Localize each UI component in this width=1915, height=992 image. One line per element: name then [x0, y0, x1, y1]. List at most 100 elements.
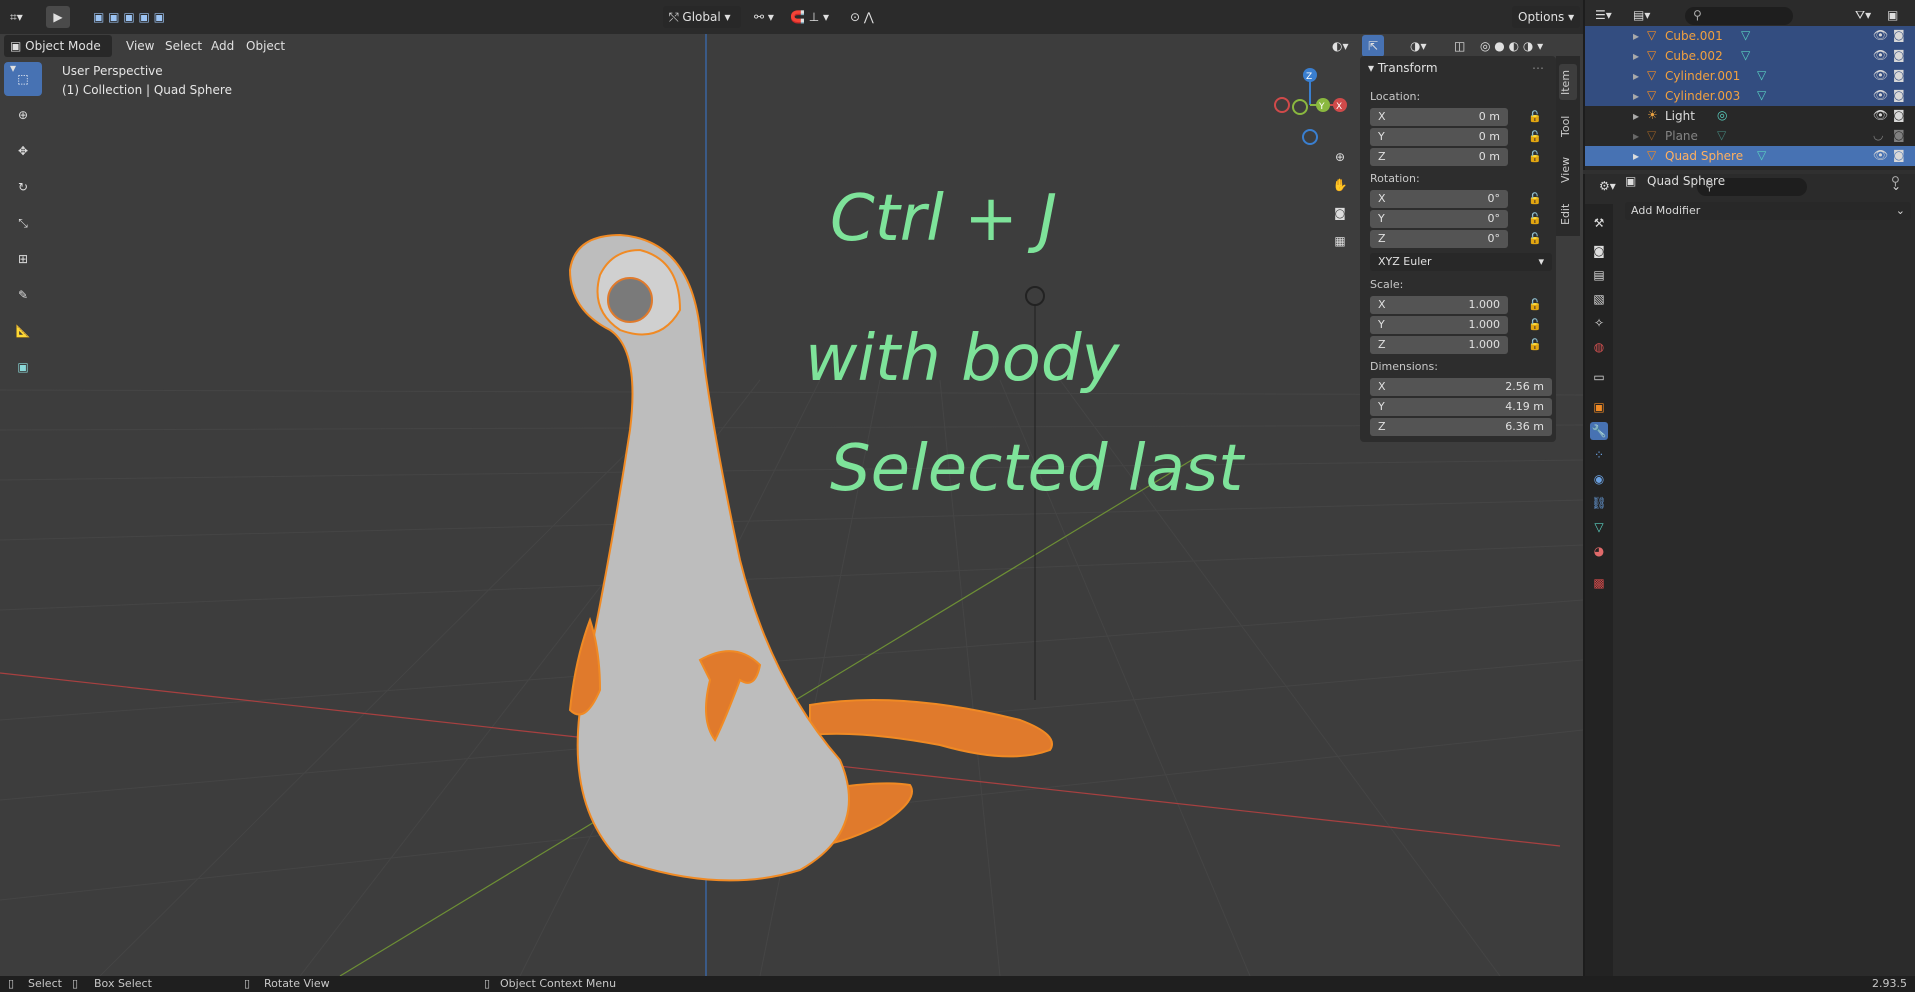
dimensions-z-field[interactable]: Z 6.36 m — [1370, 418, 1552, 436]
new-collection-icon[interactable]: ▣ — [1887, 8, 1898, 22]
measure-tool[interactable]: 📐 — [4, 314, 42, 348]
orientation-dropdown[interactable]: ⤲ Global ▾ — [663, 6, 741, 28]
lock-icon[interactable]: 🔓 — [1528, 150, 1542, 164]
lock-icon[interactable]: 🔓 — [1528, 192, 1542, 206]
gizmo-toggle-icon[interactable]: ⇱ — [1362, 35, 1385, 57]
outliner-item-cylinder-003[interactable]: ▸ ▽ Cylinder.003 ▽ 👁 ◙ — [1585, 86, 1915, 106]
add-cube-tool[interactable]: ▣ — [4, 350, 42, 384]
shading-modes-icon[interactable]: ◎ ● ◐ ◑ ▾ — [1474, 35, 1549, 57]
camera-render-icon[interactable]: ◙ — [1893, 88, 1905, 102]
scale-x-field[interactable]: X 1.000 — [1370, 296, 1508, 314]
outliner-item-light[interactable]: ▸ ☀ Light ◎ 👁 ◙ — [1585, 106, 1915, 126]
menu-add[interactable]: Add — [205, 35, 240, 57]
select-tool-icon[interactable]: ▶ — [46, 6, 70, 28]
snap-icon[interactable]: 🧲 ⊥ ▾ — [784, 6, 835, 28]
collection-tab-icon[interactable]: ▭ — [1590, 368, 1608, 386]
expand-arrow-icon[interactable]: ▸ — [1633, 149, 1639, 163]
eye-icon[interactable]: 👁 — [1873, 148, 1888, 162]
expand-arrow-icon[interactable]: ▸ — [1633, 49, 1639, 63]
physics-tab-icon[interactable]: ◉ — [1590, 470, 1608, 488]
expand-arrow-icon[interactable]: ▸ — [1633, 69, 1639, 83]
material-tab-icon[interactable]: ◕ — [1590, 542, 1608, 560]
menu-object[interactable]: Object — [240, 35, 291, 57]
panel-drag-icon[interactable]: ⋯ — [1532, 61, 1544, 75]
outliner-search-input[interactable]: ⚲ — [1685, 7, 1793, 25]
output-tab-icon[interactable]: ▤ — [1590, 266, 1608, 284]
add-modifier-dropdown[interactable]: Add Modifier ⌄ — [1625, 202, 1911, 220]
annotate-tool[interactable]: ✎ — [4, 278, 42, 312]
texture-tab-icon[interactable]: ▩ — [1590, 574, 1608, 592]
dimensions-x-field[interactable]: X 2.56 m — [1370, 378, 1552, 396]
expand-arrow-icon[interactable]: ▸ — [1633, 29, 1639, 43]
lock-icon[interactable]: 🔓 — [1528, 110, 1542, 124]
editor-type-icon[interactable]: ⌗▾ — [4, 6, 29, 28]
rotation-z-field[interactable]: Z 0° — [1370, 230, 1508, 248]
dimensions-y-field[interactable]: Y 4.19 m — [1370, 398, 1552, 416]
properties-editor-icon[interactable]: ⚙▾ — [1599, 179, 1616, 193]
view-layer-tab-icon[interactable]: ▧ — [1590, 290, 1608, 308]
eye-icon[interactable]: 👁 — [1873, 108, 1888, 122]
zoom-icon[interactable]: ⊕ — [1328, 150, 1352, 178]
transform-tool[interactable]: ⊞ — [4, 242, 42, 276]
data-tab-icon[interactable]: ▽ — [1590, 518, 1608, 536]
expand-arrow-icon[interactable]: ▸ — [1633, 129, 1639, 143]
camera-render-icon[interactable]: ◙ — [1893, 108, 1905, 122]
camera-render-icon[interactable]: ◙ — [1893, 48, 1905, 62]
mode-dropdown[interactable]: ▣ Object Mode ▾ — [4, 35, 112, 75]
rotation-mode-dropdown[interactable]: XYZ Euler ▾ — [1370, 253, 1552, 271]
outliner-item-plane[interactable]: ▸ ▽ Plane ▽ ◡ ◙ — [1585, 126, 1915, 146]
transform-section-header[interactable]: ▾ Transform — [1368, 61, 1438, 75]
scale-y-field[interactable]: Y 1.000 — [1370, 316, 1508, 334]
modifier-tab-icon[interactable]: 🔧 — [1590, 422, 1608, 440]
pan-hand-icon[interactable]: ✋ — [1328, 178, 1352, 206]
camera-icon[interactable]: ◙ — [1328, 206, 1352, 234]
options-dropdown[interactable]: Options ▾ — [1512, 6, 1581, 28]
tab-edit[interactable]: Edit — [1559, 196, 1577, 232]
outliner-editor-icon[interactable]: ☰▾ — [1595, 8, 1612, 22]
tool-tab-icon[interactable]: ⚒ — [1590, 214, 1608, 232]
lock-icon[interactable]: 🔓 — [1528, 232, 1542, 246]
scale-tool[interactable]: ⤡ — [4, 206, 42, 240]
filter-icon[interactable]: ⛛▾ — [1855, 8, 1871, 23]
eye-icon[interactable]: 👁 — [1873, 88, 1888, 102]
eye-icon[interactable]: 👁 — [1873, 28, 1888, 42]
world-tab-icon[interactable]: ◍ — [1590, 338, 1608, 356]
render-tab-icon[interactable]: ◙ — [1590, 242, 1608, 260]
move-tool[interactable]: ✥ — [4, 134, 42, 168]
overlays-icon[interactable]: ◑▾ — [1404, 35, 1433, 57]
location-x-field[interactable]: X0 m — [1370, 108, 1508, 126]
outliner-item-quad-sphere[interactable]: ▸ ▽ Quad Sphere ▽ 👁 ◙ — [1585, 146, 1915, 166]
visibility-icon[interactable]: ◐▾ — [1326, 35, 1355, 57]
xray-icon[interactable]: ◫ — [1448, 35, 1471, 57]
menu-select[interactable]: Select — [159, 35, 208, 57]
menu-view[interactable]: View — [120, 35, 160, 57]
pin-icon[interactable]: ⚲ — [1891, 174, 1900, 188]
selection-mode-icons[interactable]: ▣ ▣ ▣ ▣ ▣ — [84, 6, 174, 28]
outliner-item-cube-001[interactable]: ▸ ▽ Cube.001 ▽ 👁 ◙ — [1585, 26, 1915, 46]
rotation-x-field[interactable]: X 0° — [1370, 190, 1508, 208]
camera-render-icon[interactable]: ◙ — [1893, 68, 1905, 82]
proportional-edit-icon[interactable]: ⊙ ⋀ — [844, 6, 880, 28]
location-z-field[interactable]: Z0 m — [1370, 148, 1508, 166]
camera-render-icon[interactable]: ◙ — [1893, 128, 1905, 142]
scene-tab-icon[interactable]: ✧ — [1590, 314, 1608, 332]
camera-render-icon[interactable]: ◙ — [1893, 28, 1905, 42]
lock-icon[interactable]: 🔓 — [1528, 298, 1542, 312]
tab-view[interactable]: View — [1559, 152, 1577, 188]
particles-tab-icon[interactable]: ⁘ — [1590, 446, 1608, 464]
ortho-grid-icon[interactable]: ▦ — [1328, 234, 1352, 262]
camera-render-icon[interactable]: ◙ — [1893, 148, 1905, 162]
tab-item[interactable]: Item — [1559, 64, 1577, 100]
3d-viewport[interactable]: Ctrl + J with body Selected last Z X Y U… — [0, 0, 1583, 976]
lock-icon[interactable]: 🔓 — [1528, 130, 1542, 144]
lock-icon[interactable]: 🔓 — [1528, 318, 1542, 332]
eye-closed-icon[interactable]: ◡ — [1873, 128, 1883, 142]
pivot-point-icon[interactable]: ⚯ ▾ — [748, 6, 780, 28]
constraints-tab-icon[interactable]: ⛓ — [1590, 494, 1608, 512]
tab-tool[interactable]: Tool — [1559, 108, 1577, 144]
scale-z-field[interactable]: Z 1.000 — [1370, 336, 1508, 354]
expand-arrow-icon[interactable]: ▸ — [1633, 89, 1639, 103]
location-y-field[interactable]: Y0 m — [1370, 128, 1508, 146]
outliner-item-cube-002[interactable]: ▸ ▽ Cube.002 ▽ 👁 ◙ — [1585, 46, 1915, 66]
eye-icon[interactable]: 👁 — [1873, 48, 1888, 62]
